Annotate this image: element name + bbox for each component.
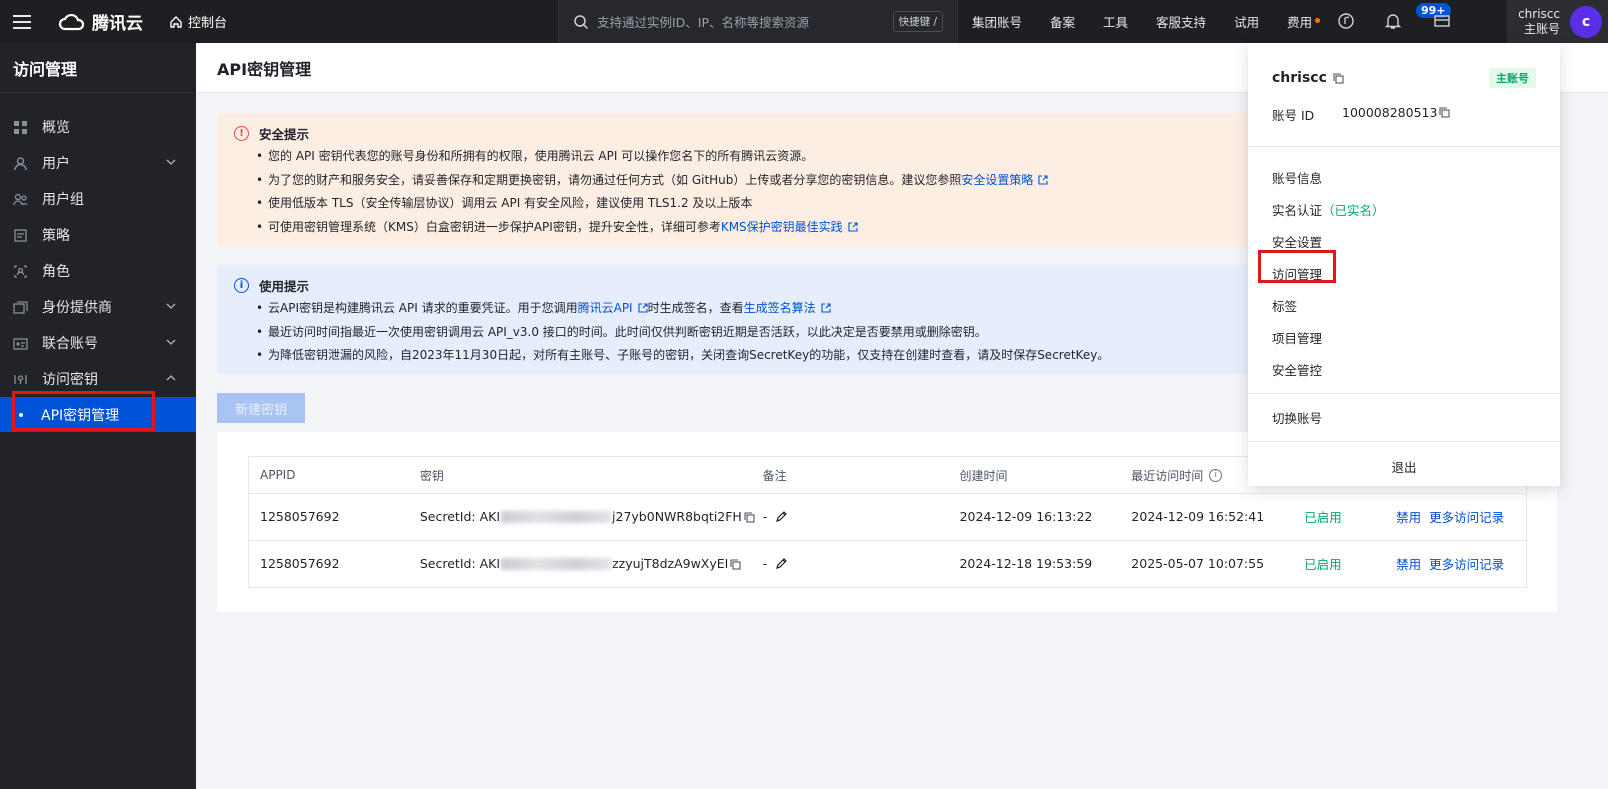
users-icon [13,192,28,207]
warning-icon: ! [234,125,249,141]
chevron-down-icon [166,339,176,345]
new-key-button[interactable]: 新建密钥 [217,393,305,423]
menu-security-settings[interactable]: 安全设置 [1248,225,1560,257]
status-badge: 已启用 [1304,557,1342,573]
chevron-down-icon [166,159,176,165]
menu-real-name-auth[interactable]: 实名认证 （已实名） [1248,193,1560,225]
copy-icon[interactable] [1439,107,1450,118]
account-menu[interactable]: chriscc 主账号 c [1507,0,1608,43]
external-link-icon [1038,174,1048,185]
sidebar: 访问管理 概览 用户 用户组 策略 角色 身份提供商 联合账号 访问密钥 API… [0,43,196,789]
cloud-api-link[interactable]: 腾讯云API [578,301,633,315]
support-link[interactable]: 客服支持 [1156,12,1206,31]
sidebar-item-users[interactable]: 用户 [0,145,196,181]
sidebar-item-federated-accounts[interactable]: 联合账号 [0,325,196,361]
menu-access-management[interactable]: 访问管理 [1248,257,1560,289]
shortcut-hint: 快捷键 / [892,11,943,32]
more-access-records-link[interactable]: 更多访问记录 [1429,554,1504,573]
main-account-tag: 主账号 [1489,68,1536,88]
top-links: 集团账号 备案 工具 客服支持 试用 费用 [972,0,1340,43]
avatar[interactable]: c [1570,5,1602,38]
masked-key [501,511,612,524]
chevron-down-icon [166,303,176,309]
dropdown-account-name: chriscc [1272,70,1327,86]
key-icon [13,372,28,387]
grid-icon [13,120,28,135]
info-icon: i [234,277,249,293]
sidebar-item-access-keys[interactable]: 访问密钥 [0,361,196,397]
icp-link[interactable]: 备案 [1050,12,1075,31]
search-icon [574,14,589,29]
top-bar: 腾讯云 控制台 支持通过实例ID、IP、名称等搜索资源 快捷键 / 集团账号 备… [0,0,1608,43]
verified-status: （已实名） [1322,202,1385,218]
search-input[interactable]: 支持通过实例ID、IP、名称等搜索资源 [597,12,893,31]
account-id: 100008280513 [1342,105,1438,120]
billing-link[interactable]: 费用 [1287,12,1321,31]
idp-icon [13,300,28,315]
edit-icon[interactable] [775,510,788,523]
menu-account-info[interactable]: 账号信息 [1248,161,1560,193]
brand-name: 腾讯云 [92,14,143,34]
info-icon[interactable]: i [1209,468,1223,482]
external-link-icon [848,221,858,232]
disable-button[interactable]: 禁用 [1396,507,1421,526]
chevron-up-icon [166,375,176,381]
copy-icon[interactable] [1333,72,1344,84]
federated-icon [13,336,28,351]
table-row: 1258057692 SecretId: AKI zzyujT8dzA9wXyEI… [260,554,1505,573]
account-name: chriscc [1518,6,1560,21]
edit-icon[interactable] [775,557,788,570]
user-icon [13,156,28,171]
more-access-records-link[interactable]: 更多访问记录 [1429,507,1504,526]
switch-account-button[interactable]: 切换账号 [1248,394,1560,442]
tools-link[interactable]: 工具 [1103,12,1128,31]
policy-icon [13,228,28,243]
group-account-link[interactable]: 集团账号 [972,12,1022,31]
table-row: 1258057692 SecretId: AKI j27yb0NWR8bqti2F… [249,494,1526,541]
cloud-logo-icon [58,13,85,30]
global-search[interactable]: 支持通过实例ID、IP、名称等搜索资源 快捷键 / [558,0,958,43]
security-policy-link[interactable]: 安全设置策略 [961,173,1033,187]
account-type: 主账号 [1523,21,1560,36]
disable-button[interactable]: 禁用 [1396,554,1421,573]
role-icon [13,264,28,279]
copy-icon[interactable] [730,559,741,570]
account-dropdown: chriscc 主账号 账号 ID 100008280513 账号信息 实名认证… [1248,43,1560,486]
brand-logo[interactable]: 腾讯云 [58,9,143,34]
music-icon[interactable] [1337,12,1355,30]
sidebar-item-policies[interactable]: 策略 [0,217,196,253]
status-badge: 已启用 [1304,510,1342,526]
trial-link[interactable]: 试用 [1234,12,1259,31]
ticket-icon[interactable] [1433,12,1451,30]
sidebar-item-user-groups[interactable]: 用户组 [0,181,196,217]
sidebar-item-overview[interactable]: 概览 [0,109,196,145]
sidebar-item-api-key-management[interactable]: API密钥管理 [0,397,196,432]
menu-project-management[interactable]: 项目管理 [1248,321,1560,353]
console-link[interactable]: 控制台 [169,12,227,31]
bell-icon[interactable] [1384,12,1402,30]
external-link-icon [638,303,648,313]
menu-icon[interactable] [0,0,44,43]
menu-tags[interactable]: 标签 [1248,289,1560,321]
home-icon [170,15,182,28]
logout-button[interactable]: 退出 [1248,442,1560,490]
masked-key [501,558,612,571]
menu-security-control[interactable]: 安全管控 [1248,353,1560,385]
sidebar-item-identity-providers[interactable]: 身份提供商 [0,289,196,325]
signature-algorithm-link[interactable]: 生成签名算法 [744,301,816,315]
sidebar-item-roles[interactable]: 角色 [0,253,196,289]
kms-best-practice-link[interactable]: KMS保护密钥最佳实践 [721,220,843,234]
external-link-icon [821,303,831,313]
sidebar-title: 访问管理 [0,43,196,93]
